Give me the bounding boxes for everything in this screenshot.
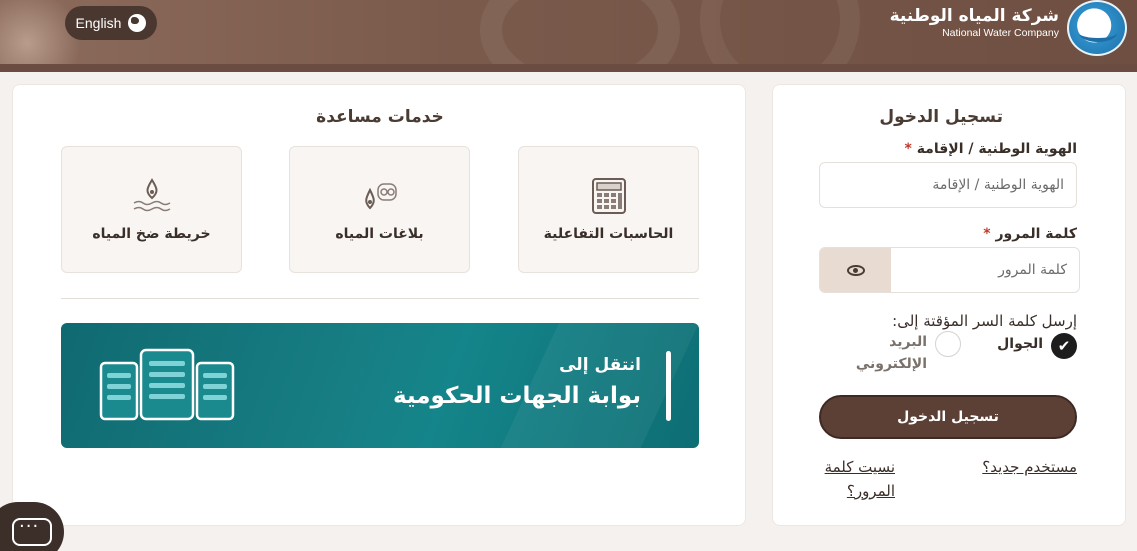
required-mark: *: [983, 226, 991, 242]
card-water-pumping-map[interactable]: خريطة ضخ المياه: [61, 146, 242, 273]
language-label: English: [75, 15, 122, 31]
water-map-icon: [133, 178, 170, 212]
card-label: خريطة ضخ المياه: [92, 226, 211, 242]
login-title: تسجيل الدخول: [879, 107, 1003, 127]
chat-icon: [12, 516, 52, 546]
card-interactive-calculators[interactable]: الحاسبات التفاعلية: [518, 146, 699, 273]
card-label: بلاغات المياه: [335, 226, 424, 242]
otp-destination-options: ✔ الجوال البريد الإلكتروني: [819, 331, 1077, 383]
password-field-label: كلمة المرور *: [983, 226, 1077, 242]
calculator-icon: [591, 178, 626, 214]
chat-support-button[interactable]: [0, 502, 64, 551]
id-field-label: الهوية الوطنية / الإقامة *: [904, 141, 1077, 157]
otp-option-mobile[interactable]: ✔ الجوال: [997, 333, 1077, 359]
top-header: English شركة المياه الوطنية National Wat…: [0, 0, 1137, 72]
company-name: شركة المياه الوطنية National Water Compa…: [890, 6, 1059, 40]
checkmark-icon: ✔: [1051, 333, 1077, 359]
card-water-reports[interactable]: بلاغات المياه: [289, 146, 470, 273]
banner-accent-bar: [666, 351, 671, 421]
id-input[interactable]: الهوية الوطنية / الإقامة: [819, 162, 1077, 208]
divider: [61, 298, 699, 299]
password-label-text: كلمة المرور: [995, 226, 1077, 242]
forgot-password-link[interactable]: نسيت كلمة المرور؟: [815, 455, 895, 503]
eye-icon: [846, 264, 865, 276]
government-portal-banner[interactable]: انتقل إلى بوابة الجهات الحكومية: [61, 323, 699, 448]
card-label: الحاسبات التفاعلية: [543, 226, 674, 242]
password-field: كلمة المرور: [819, 247, 1080, 293]
government-buildings-icon: [99, 348, 235, 421]
globe-icon: [128, 14, 147, 32]
login-panel: تسجيل الدخول الهوية الوطنية / الإقامة * …: [772, 84, 1126, 526]
header-bottom-band: [0, 64, 1137, 72]
id-label-text: الهوية الوطنية / الإقامة: [916, 141, 1077, 157]
header-decoration: [700, 0, 860, 72]
header-decoration: [480, 0, 680, 72]
required-mark: *: [904, 141, 912, 157]
otp-option-email-label: البريد الإلكتروني: [855, 334, 927, 372]
language-switch-button[interactable]: English: [65, 6, 157, 40]
otp-option-email[interactable]: البريد الإلكتروني: [855, 331, 961, 375]
water-report-icon: [364, 183, 397, 210]
banner-title: بوابة الجهات الحكومية: [392, 383, 641, 409]
company-logo[interactable]: [1067, 0, 1127, 56]
password-input[interactable]: كلمة المرور: [889, 248, 1079, 292]
radio-unchecked-icon: [935, 331, 961, 357]
services-panel: خدمات مساعدة الحاسبات التفاعلية بلاغات ا…: [12, 84, 746, 526]
login-button[interactable]: تسجيل الدخول: [819, 395, 1077, 439]
otp-option-mobile-label: الجوال: [997, 336, 1043, 352]
services-title: خدمات مساعدة: [316, 107, 444, 127]
otp-destination-label: إرسل كلمة السر المؤقتة إلى:: [892, 312, 1077, 330]
banner-small-text: انتقل إلى: [559, 355, 641, 375]
show-password-button[interactable]: [820, 248, 891, 292]
new-user-link[interactable]: مستخدم جديد؟: [982, 455, 1077, 479]
company-name-ar: شركة المياه الوطنية: [889, 6, 1059, 26]
company-name-en: National Water Company: [942, 27, 1059, 39]
